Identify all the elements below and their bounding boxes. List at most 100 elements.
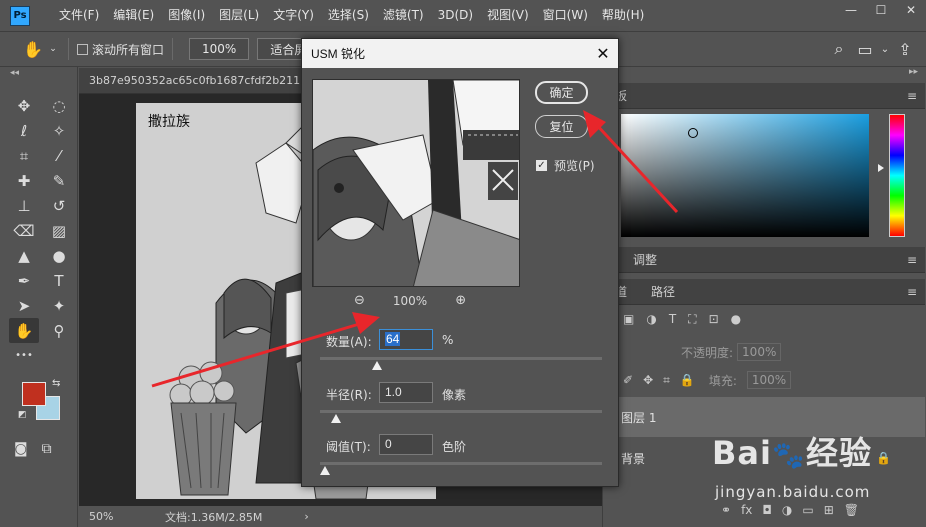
zoom-tool-icon[interactable]: ⚲ — [44, 318, 74, 343]
default-colors-icon[interactable]: ◩ — [18, 410, 27, 420]
lock-all-icon[interactable]: 🔒 — [680, 373, 695, 387]
magic-wand-tool-icon[interactable]: ✧ — [44, 118, 74, 143]
foreground-color-swatch[interactable] — [22, 382, 46, 406]
eyedropper-tool-icon[interactable]: ⁄ — [44, 143, 74, 168]
gradient-tool-icon[interactable]: ▨ — [44, 218, 74, 243]
brush-tool-icon[interactable]: ✎ — [44, 168, 74, 193]
preview-label: 预览(P) — [554, 159, 595, 173]
panel-menu-icon[interactable]: ≡ — [907, 285, 917, 299]
document-size-text: 文档:1.36M/2.85M — [165, 510, 263, 524]
hand-tool-icon[interactable]: ✋ — [9, 318, 39, 343]
pen-tool-icon[interactable]: ✒ — [9, 268, 39, 293]
history-brush-tool-icon[interactable]: ↺ — [44, 193, 74, 218]
lock-position-icon[interactable]: ✥ — [643, 373, 653, 387]
stamp-tool-icon[interactable]: ⊥ — [9, 193, 39, 218]
menu-layer[interactable]: 图层(L) — [212, 0, 266, 31]
collapse-panel-icon[interactable]: ▸▸ — [603, 67, 926, 83]
type-filter-icon[interactable]: T — [669, 312, 676, 327]
menu-edit[interactable]: 编辑(E) — [106, 0, 161, 31]
divider — [68, 38, 69, 60]
marquee-tool-icon[interactable]: ◌ — [44, 93, 74, 118]
panel-menu-icon[interactable]: ≡ — [907, 89, 917, 103]
menu-select[interactable]: 选择(S) — [321, 0, 376, 31]
color-picker-marker[interactable] — [688, 128, 698, 138]
threshold-slider-thumb[interactable] — [320, 466, 330, 475]
color-swatches: ⇆ ◩ — [18, 378, 68, 426]
radius-input[interactable]: 1.0 — [379, 382, 433, 403]
filter-toggle-icon[interactable]: ● — [731, 312, 741, 327]
radius-slider[interactable] — [320, 410, 602, 413]
lock-pixels-icon[interactable]: ✐ — [623, 373, 633, 387]
move-tool-icon[interactable]: ✥ — [9, 93, 39, 118]
close-icon[interactable]: ✕ — [588, 44, 618, 64]
reset-button[interactable]: 复位 — [535, 115, 588, 138]
menu-image[interactable]: 图像(I) — [161, 0, 212, 31]
panel-menu-icon[interactable]: ≡ — [907, 253, 917, 267]
photoshop-logo-icon[interactable]: Ps — [10, 5, 30, 26]
chevron-down-icon[interactable]: ⌄ — [46, 36, 60, 62]
hue-slider[interactable] — [889, 114, 905, 237]
fill-input[interactable]: 100% — [746, 371, 792, 389]
color-picker-field[interactable] — [621, 114, 869, 237]
zoom-out-icon[interactable]: ⊖ — [354, 293, 365, 308]
dialog-title: USM 锐化 — [311, 47, 366, 61]
dodge-tool-icon[interactable]: ● — [44, 243, 74, 268]
workspace-icon[interactable]: ▭ — [852, 36, 878, 62]
filter-preview[interactable] — [312, 79, 520, 287]
close-window-icon[interactable]: ✕ — [896, 0, 926, 20]
share-icon[interactable]: ⇪ — [892, 36, 918, 62]
lock-artboard-icon[interactable]: ⌗ — [663, 373, 670, 388]
shape-filter-icon[interactable]: ⛶ — [688, 312, 696, 327]
menu-view[interactable]: 视图(V) — [480, 0, 536, 31]
threshold-input[interactable]: 0 — [379, 434, 433, 455]
maximize-icon[interactable]: ☐ — [866, 0, 896, 20]
ok-button[interactable]: 确定 — [535, 81, 588, 104]
hand-tool-icon[interactable]: ✋ — [20, 36, 46, 62]
screen-mode-icon[interactable]: ⧉ — [42, 441, 52, 457]
amount-slider[interactable] — [320, 357, 602, 360]
zoom-100-button[interactable]: 100% — [189, 38, 250, 60]
amount-input[interactable]: 64 — [379, 329, 433, 350]
crop-tool-icon[interactable]: ⌗ — [9, 143, 39, 168]
opacity-input[interactable]: 100% — [737, 343, 782, 361]
shape-tool-icon[interactable]: ✦ — [44, 293, 74, 318]
radius-label: 半径(R): — [326, 388, 372, 402]
menu-help[interactable]: 帮助(H) — [595, 0, 651, 31]
swap-colors-icon[interactable]: ⇆ — [52, 378, 60, 389]
opacity-label: 不透明度: — [681, 345, 734, 360]
blur-tool-icon[interactable]: ▲ — [9, 243, 39, 268]
lasso-tool-icon[interactable]: ℓ — [9, 118, 39, 143]
tab-adjustments[interactable]: 调整 — [621, 251, 669, 268]
menu-3d[interactable]: 3D(D) — [431, 0, 480, 31]
more-tools-icon[interactable]: ••• — [9, 343, 39, 368]
amount-label: 数量(A): — [326, 335, 372, 349]
type-tool-icon[interactable]: T — [44, 268, 74, 293]
amount-slider-thumb[interactable] — [371, 361, 382, 370]
eraser-tool-icon[interactable]: ⌫ — [9, 218, 39, 243]
scroll-all-windows-checkbox[interactable] — [77, 43, 88, 55]
tab-paths[interactable]: 路径 — [639, 283, 687, 300]
adjustment-filter-icon[interactable]: ◑ — [646, 312, 656, 327]
menu-type[interactable]: 文字(Y) — [266, 0, 321, 31]
zoom-level-text[interactable]: 50% — [89, 510, 147, 523]
threshold-slider[interactable] — [320, 462, 602, 465]
collapse-panel-icon[interactable]: ◂◂ — [0, 67, 77, 79]
document-tab[interactable]: 3b87e950352ac65c0fb1687cfdf2b211 — [79, 68, 319, 94]
quick-mask-icon[interactable]: ◙ — [14, 441, 28, 457]
menu-window[interactable]: 窗口(W) — [536, 0, 595, 31]
smart-object-filter-icon[interactable]: ⊡ — [709, 312, 719, 327]
menu-file[interactable]: 文件(F) — [52, 0, 106, 31]
minimize-icon[interactable]: — — [836, 0, 866, 20]
radius-slider-thumb[interactable] — [330, 414, 341, 423]
zoom-in-icon[interactable]: ⊕ — [455, 293, 466, 308]
image-filter-icon[interactable]: ▣ — [623, 312, 634, 327]
menu-filter[interactable]: 滤镜(T) — [376, 0, 431, 31]
chevron-right-icon[interactable]: › — [304, 510, 308, 523]
path-selection-tool-icon[interactable]: ➤ — [9, 293, 39, 318]
preview-checkbox[interactable]: ✓ 预览(P) — [536, 157, 595, 174]
chevron-down-icon[interactable]: ⌄ — [878, 36, 892, 62]
dialog-titlebar: USM 锐化 ✕ — [302, 39, 618, 68]
search-icon[interactable]: ⌕ — [826, 36, 852, 62]
healing-brush-tool-icon[interactable]: ✚ — [9, 168, 39, 193]
hue-slider-handle[interactable] — [878, 164, 884, 172]
